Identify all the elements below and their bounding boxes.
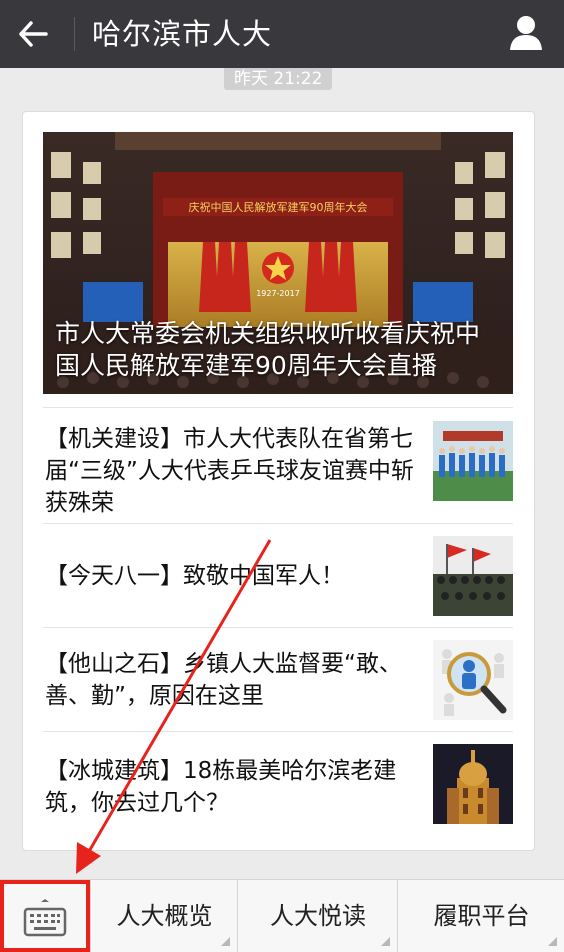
article-title: 【冰城建筑】18栋最美哈尔滨老建筑，你去过几个？ (45, 758, 397, 816)
article-thumbnail-sports (433, 421, 513, 501)
keyboard-toggle-button[interactable] (0, 880, 90, 952)
hero-caption: 市人大常委会机关组织收听收看庆祝中国人民解放军建军90周年大会直播 (55, 319, 481, 380)
article-thumbnail-magnifier (433, 640, 513, 720)
article-thumbnail-soldiers (433, 536, 513, 616)
hero-article[interactable]: 庆祝中国人民解放军建军90周年大会 1927-2017 市人大常委会机关组织收听… (43, 132, 513, 394)
message-timestamp: 昨天 21:22 (224, 68, 333, 90)
article-list-item[interactable]: 【今天八一】致敬中国军人！ (43, 523, 513, 628)
menu-item-label: 履职平台 (433, 902, 530, 930)
article-card: 庆祝中国人民解放军建军90周年大会 1927-2017 市人大常委会机关组织收听… (22, 111, 535, 851)
person-icon[interactable] (508, 14, 544, 52)
menu-item-overview[interactable]: 人大概览 (90, 880, 238, 952)
top-navigation-bar: 哈尔滨市人大 (0, 0, 564, 68)
submenu-indicator-icon (221, 937, 230, 946)
article-list-item[interactable]: 【机关建设】市人大代表队在省第七届“三级”人大代表乒乓球友谊赛中斩获殊荣 (43, 407, 513, 524)
page-title: 哈尔滨市人大 (92, 17, 273, 51)
article-thumbnail-building (433, 744, 513, 824)
submenu-indicator-icon (548, 937, 557, 946)
menu-item-label: 人大概览 (116, 902, 213, 930)
submenu-indicator-icon (381, 937, 390, 946)
menu-item-label: 人大悦读 (270, 902, 366, 930)
article-list-item[interactable]: 【他山之石】乡镇人大监督要“敢、善、勤”，原因在这里 (43, 627, 513, 732)
article-title: 【他山之石】乡镇人大监督要“敢、善、勤”，原因在这里 (45, 651, 402, 709)
menu-item-duty-platform[interactable]: 履职平台 (397, 880, 564, 952)
bottom-menu-bar: 人大概览 人大悦读 履职平台 (0, 879, 564, 952)
article-title: 【今天八一】致敬中国军人！ (45, 563, 344, 589)
back-arrow-icon[interactable] (16, 17, 50, 51)
hero-banner-text: 庆祝中国人民解放军建军90周年大会 (189, 200, 368, 214)
keyboard-icon (23, 899, 67, 937)
article-title: 【机关建设】市人大代表队在省第七届“三级”人大代表乒乓球友谊赛中斩获殊荣 (45, 426, 414, 516)
article-list-item[interactable]: 【冰城建筑】18栋最美哈尔滨老建筑，你去过几个？ (43, 731, 513, 850)
header-divider (74, 17, 75, 51)
menu-item-reading[interactable]: 人大悦读 (237, 880, 398, 952)
hero-emblem-years: 1927-2017 (256, 289, 300, 298)
